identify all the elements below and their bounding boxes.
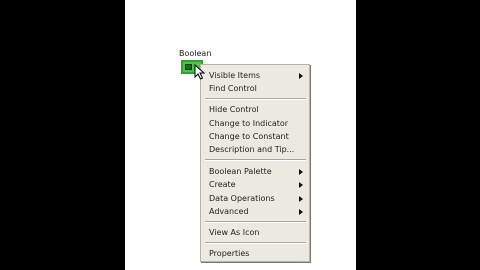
menu-item-label: Description and Tip... <box>209 145 295 154</box>
menu-item-data-operations[interactable]: Data Operations <box>201 192 309 205</box>
menu-item-boolean-palette[interactable]: Boolean Palette <box>201 165 309 178</box>
menu-separator <box>205 159 306 161</box>
menu-separator <box>205 221 306 223</box>
context-menu: Visible Items Find Control Hide Control … <box>200 64 310 262</box>
menu-separator <box>205 242 306 244</box>
menu-item-find-control[interactable]: Find Control <box>201 82 309 95</box>
menu-item-visible-items[interactable]: Visible Items <box>201 69 309 82</box>
menu-item-advanced[interactable]: Advanced <box>201 205 309 218</box>
submenu-arrow-icon <box>299 196 303 202</box>
menu-separator <box>205 98 306 100</box>
menu-item-label: Boolean Palette <box>209 167 272 176</box>
boolean-label: Boolean <box>179 49 212 58</box>
menu-item-description-and-tip[interactable]: Description and Tip... <box>201 143 309 156</box>
menu-item-create[interactable]: Create <box>201 178 309 191</box>
menu-item-label: Advanced <box>209 207 249 216</box>
mouse-cursor-icon <box>194 64 206 80</box>
menu-item-label: View As Icon <box>209 228 260 237</box>
menu-item-label: Find Control <box>209 84 257 93</box>
menu-item-label: Change to Constant <box>209 132 289 141</box>
menu-item-change-to-constant[interactable]: Change to Constant <box>201 130 309 143</box>
menu-item-hide-control[interactable]: Hide Control <box>201 103 309 116</box>
menu-item-label: Visible Items <box>209 71 261 80</box>
submenu-arrow-icon <box>299 182 303 188</box>
submenu-arrow-icon <box>299 73 303 79</box>
submenu-arrow-icon <box>299 169 303 175</box>
submenu-arrow-icon <box>299 209 303 215</box>
menu-item-label: Data Operations <box>209 194 275 203</box>
menu-item-change-to-indicator[interactable]: Change to Indicator <box>201 117 309 130</box>
menu-item-properties[interactable]: Properties <box>201 247 309 260</box>
menu-item-view-as-icon[interactable]: View As Icon <box>201 226 309 239</box>
menu-item-label: Properties <box>209 249 250 258</box>
menu-item-label: Create <box>209 180 236 189</box>
menu-item-label: Hide Control <box>209 105 259 114</box>
menu-item-label: Change to Indicator <box>209 119 289 128</box>
boolean-led-icon <box>185 64 192 70</box>
